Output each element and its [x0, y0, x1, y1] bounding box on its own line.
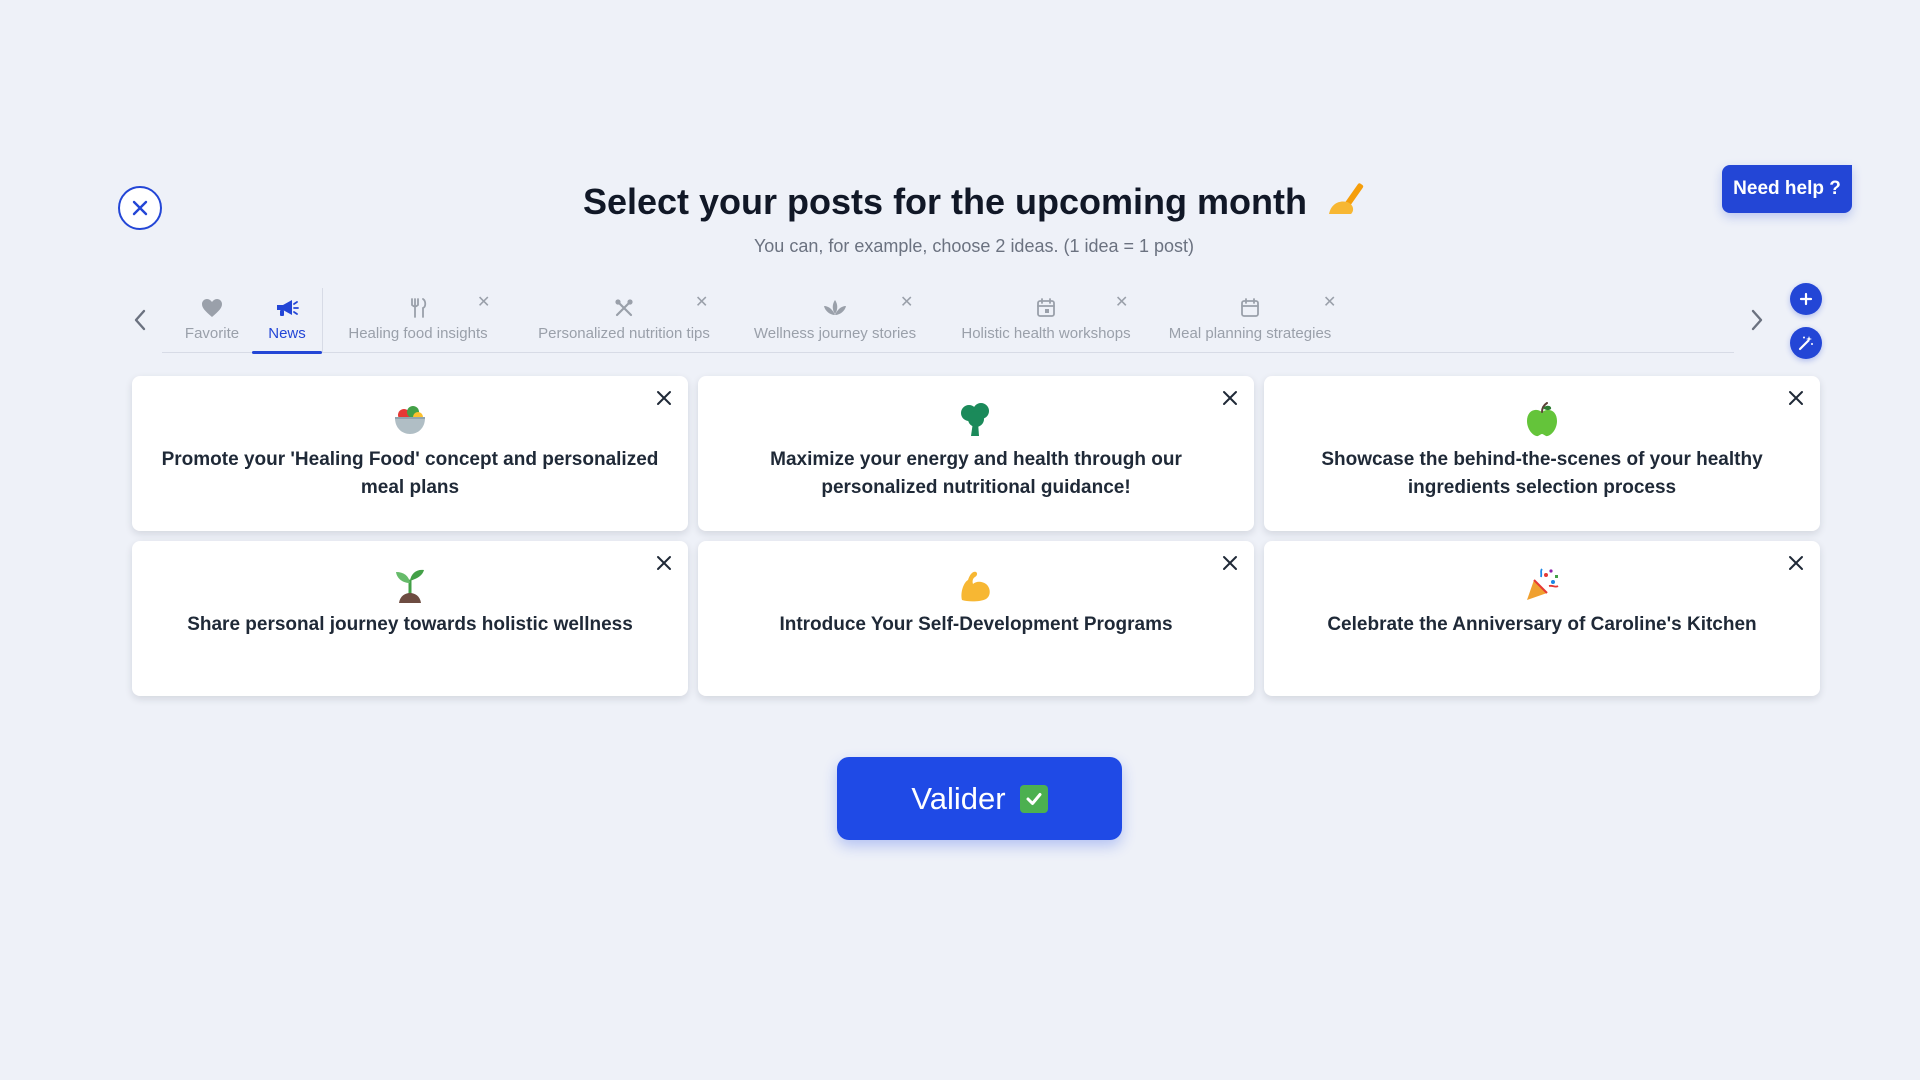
- calendar-icon: [1036, 297, 1056, 319]
- validate-label: Valider: [911, 780, 1006, 816]
- calendar-icon: [1240, 297, 1260, 319]
- salad-bowl-icon: [132, 402, 688, 438]
- fork-knife-icon: [408, 297, 428, 319]
- tab-personalized-nutrition-tips[interactable]: Personalized nutrition tips: [524, 288, 724, 352]
- idea-card[interactable]: Showcase the behind-the-scenes of your h…: [1264, 376, 1820, 531]
- tab-close-icon[interactable]: ✕: [477, 292, 490, 312]
- page-title: Select your posts for the upcoming month: [0, 180, 1920, 223]
- green-apple-icon: [1264, 402, 1820, 438]
- validate-button[interactable]: Valider: [837, 757, 1122, 840]
- tab-label: Healing food insights: [348, 325, 488, 342]
- party-popper-icon: [1264, 567, 1820, 603]
- lotus-icon: [822, 297, 848, 319]
- idea-text: Showcase the behind-the-scenes of your h…: [1321, 449, 1763, 498]
- post-selection-page: Select your posts for the upcoming month…: [0, 0, 1920, 1080]
- chevron-left-icon: [134, 309, 146, 331]
- tabs-divider: [322, 288, 323, 352]
- need-help-button[interactable]: Need help ?: [1722, 165, 1852, 213]
- heart-icon: [201, 297, 223, 319]
- tab-label: Favorite: [184, 325, 240, 342]
- idea-card[interactable]: Introduce Your Self-Development Programs: [698, 541, 1254, 696]
- idea-card[interactable]: Maximize your energy and health through …: [698, 376, 1254, 531]
- add-category-button[interactable]: [1790, 283, 1822, 315]
- idea-card[interactable]: Promote your 'Healing Food' concept and …: [132, 376, 688, 531]
- tab-news[interactable]: News: [252, 288, 322, 354]
- tabs-prev-arrow[interactable]: [125, 305, 155, 335]
- tab-label: News: [268, 325, 306, 342]
- tab-label: Wellness journey stories: [753, 325, 917, 342]
- magic-wand-icon: [1798, 336, 1813, 351]
- utensils-cross-icon: [614, 297, 634, 319]
- plus-icon: [1799, 292, 1813, 306]
- idea-card[interactable]: Celebrate the Anniversary of Caroline's …: [1264, 541, 1820, 696]
- check-mark-icon: [1019, 784, 1048, 813]
- tab-close-icon[interactable]: ✕: [1115, 292, 1128, 312]
- page-subtitle: You can, for example, choose 2 ideas. (1…: [753, 236, 1195, 256]
- tabs-next-arrow[interactable]: [1742, 305, 1772, 335]
- idea-text: Celebrate the Anniversary of Caroline's …: [1327, 614, 1757, 635]
- category-tabs: Favorite News Healing food insights ✕ Pe…: [162, 288, 1734, 354]
- page-title-text: Select your posts for the upcoming month: [582, 181, 1308, 222]
- tab-close-icon[interactable]: ✕: [695, 292, 708, 312]
- writing-hand-icon: [1329, 183, 1364, 214]
- idea-text: Maximize your energy and health through …: [770, 449, 1182, 498]
- tab-close-icon[interactable]: ✕: [1323, 292, 1336, 312]
- idea-card[interactable]: Share personal journey towards holistic …: [132, 541, 688, 696]
- seedling-icon: [132, 567, 688, 603]
- flexed-biceps-icon: [698, 567, 1254, 603]
- megaphone-icon: [275, 297, 299, 319]
- tab-label: Meal planning strategies: [1168, 325, 1332, 342]
- magic-generate-button[interactable]: [1790, 327, 1822, 359]
- tab-healing-food-insights[interactable]: Healing food insights: [338, 288, 498, 352]
- tab-label: Personalized nutrition tips: [538, 325, 710, 342]
- tab-meal-planning-strategies[interactable]: Meal planning strategies: [1160, 288, 1340, 352]
- chevron-right-icon: [1751, 309, 1763, 331]
- idea-text: Introduce Your Self-Development Programs: [779, 614, 1173, 635]
- broccoli-icon: [698, 402, 1254, 438]
- tab-close-icon[interactable]: ✕: [900, 292, 913, 312]
- tab-favorite[interactable]: Favorite: [174, 288, 250, 352]
- idea-text: Promote your 'Healing Food' concept and …: [161, 449, 659, 498]
- idea-text: Share personal journey towards holistic …: [187, 614, 633, 635]
- tab-label: Holistic health workshops: [961, 325, 1131, 342]
